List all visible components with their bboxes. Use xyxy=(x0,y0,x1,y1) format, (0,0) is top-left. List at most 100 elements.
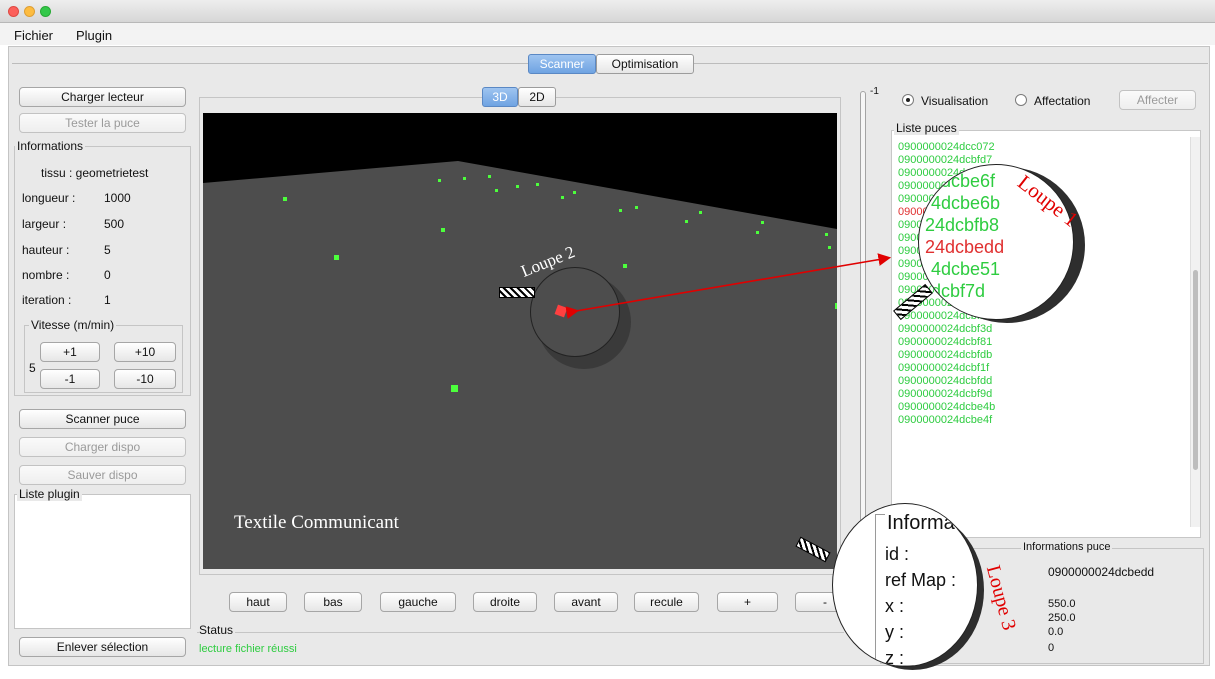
vitesse-title: Vitesse (m/min) xyxy=(29,318,117,332)
toggle-3d[interactable]: 3D xyxy=(482,87,518,107)
chip-marker xyxy=(561,196,564,199)
list-item[interactable]: 0900000024dcbfdd xyxy=(898,375,992,387)
chip-marker xyxy=(685,220,688,223)
chip-marker xyxy=(756,231,759,234)
loupe3-row: ref Map : xyxy=(885,570,957,590)
slider-top-label: -1 xyxy=(870,86,879,97)
speed-minus-1-button[interactable]: -1 xyxy=(40,369,100,389)
speed-plus-10-button[interactable]: +10 xyxy=(114,342,176,362)
iteration-value: 1 xyxy=(104,293,111,307)
longueur-label: longueur : xyxy=(22,191,76,205)
nombre-value: 0 xyxy=(104,268,111,282)
list-item[interactable]: 0900000024dcbf81 xyxy=(898,336,992,348)
info-z-value: 0.0 xyxy=(1048,626,1064,638)
menu-fichier[interactable]: Fichier xyxy=(14,28,53,43)
status-title: Status xyxy=(199,623,236,637)
list-item[interactable]: 0900000024dcbf3d xyxy=(898,323,992,335)
window-titlebar xyxy=(0,0,1215,23)
chip-marker xyxy=(573,191,576,194)
haut-button[interactable]: haut xyxy=(229,592,287,612)
liste-plugin-group[interactable]: Liste plugin xyxy=(14,487,191,629)
chip-marker xyxy=(761,221,764,224)
loupe3-title: Informa xyxy=(885,512,957,535)
status-text: lecture fichier réussi xyxy=(199,643,297,655)
chip-marker xyxy=(438,179,441,182)
loupe2-lens xyxy=(530,267,620,357)
loupe3-row: z : xyxy=(885,648,905,667)
info-puce-title: Informations puce xyxy=(1021,541,1113,553)
list-scrollbar[interactable] xyxy=(1190,137,1200,527)
chip-marker xyxy=(516,185,519,188)
chip-marker xyxy=(635,206,638,209)
list-scrollbar-thumb[interactable] xyxy=(1193,270,1198,470)
close-window-icon[interactable] xyxy=(8,6,19,17)
avant-button[interactable]: avant xyxy=(554,592,618,612)
tab-optimisation[interactable]: Optimisation xyxy=(596,54,694,74)
chip-marker xyxy=(825,233,828,236)
visualisation-radio[interactable] xyxy=(902,94,914,106)
speed-plus-1-button[interactable]: +1 xyxy=(40,342,100,362)
loupe3-row: id : xyxy=(885,544,910,564)
chip-marker xyxy=(334,255,339,260)
list-item[interactable]: 0900000024dcbf1f xyxy=(898,362,989,374)
gauche-button[interactable]: gauche xyxy=(380,592,456,612)
minimize-window-icon[interactable] xyxy=(24,6,35,17)
chip-marker xyxy=(488,175,491,178)
textile-label: Textile Communicant xyxy=(234,512,399,533)
bas-button[interactable]: bas xyxy=(304,592,362,612)
menu-plugin[interactable]: Plugin xyxy=(76,28,112,43)
vitesse-value: 5 xyxy=(29,361,36,375)
loupe3-row: y : xyxy=(885,622,905,642)
list-item[interactable]: 0900000024dcbfd7 xyxy=(898,154,992,166)
loupe1-row: dcbf7d xyxy=(931,281,986,301)
affectation-radio[interactable] xyxy=(1015,94,1027,106)
scanner-puce-button[interactable]: Scanner puce xyxy=(19,409,186,429)
chip-marker xyxy=(623,264,627,268)
affecter-button[interactable]: Affecter xyxy=(1119,90,1196,110)
chip-marker xyxy=(283,197,287,201)
chip-marker xyxy=(441,228,445,232)
3d-viewport[interactable]: Textile Communicant xyxy=(203,113,837,569)
tab-scanner[interactable]: Scanner xyxy=(528,54,596,74)
loupe1-row: 4dcbe51 xyxy=(931,259,1001,279)
loupe2-handle-icon xyxy=(499,287,535,298)
nombre-label: nombre : xyxy=(22,268,70,282)
chip-marker xyxy=(536,183,539,186)
list-item[interactable]: 0900000024dcbf9d xyxy=(898,388,992,400)
enlever-selection-button[interactable]: Enlever sélection xyxy=(19,637,186,657)
level-slider-track[interactable] xyxy=(860,91,866,567)
toggle-2d[interactable]: 2D xyxy=(518,87,556,107)
speed-minus-10-button[interactable]: -10 xyxy=(114,369,176,389)
loupe1-row: 24dcbfb8 xyxy=(925,215,1000,235)
list-item[interactable]: 0900000024dcc072 xyxy=(898,141,995,153)
list-item[interactable]: 0900000024dcbe4f xyxy=(898,414,992,426)
liste-puces-title: Liste puces xyxy=(894,121,959,135)
longueur-value: 1000 xyxy=(104,191,131,205)
hauteur-value: 5 xyxy=(104,243,111,257)
largeur-value: 500 xyxy=(104,217,125,231)
loupe1-row: 4dcbe6f xyxy=(931,171,996,191)
chip-marker xyxy=(451,385,458,392)
info-id-value: 0900000024dcbedd xyxy=(1048,565,1155,579)
droite-button[interactable]: droite xyxy=(473,592,537,612)
list-item[interactable]: 0900000024dcbe4b xyxy=(898,401,995,413)
hauteur-label: hauteur : xyxy=(22,243,70,257)
zoom-window-icon[interactable] xyxy=(40,6,51,17)
largeur-label: largeur : xyxy=(22,217,67,231)
menu-bar: Fichier Plugin xyxy=(0,23,1215,45)
chip-marker xyxy=(699,211,702,214)
zoom-in-button[interactable]: + xyxy=(717,592,778,612)
tester-la-puce-button[interactable]: Tester la puce xyxy=(19,113,186,133)
loupe3-row: x : xyxy=(885,596,905,616)
list-item[interactable]: 0900000024dcbfdb xyxy=(898,349,992,361)
liste-plugin-title: Liste plugin xyxy=(17,487,82,501)
sauver-dispo-button[interactable]: Sauver dispo xyxy=(19,465,186,485)
visualisation-label: Visualisation xyxy=(921,94,989,108)
chip-marker xyxy=(835,303,837,309)
charger-dispo-button[interactable]: Charger dispo xyxy=(19,437,186,457)
chip-marker xyxy=(828,246,831,249)
recule-button[interactable]: recule xyxy=(634,592,699,612)
loupe1-row: 24dcbedd xyxy=(925,237,1005,257)
charger-lecteur-button[interactable]: Charger lecteur xyxy=(19,87,186,107)
scene-sky xyxy=(203,113,837,229)
